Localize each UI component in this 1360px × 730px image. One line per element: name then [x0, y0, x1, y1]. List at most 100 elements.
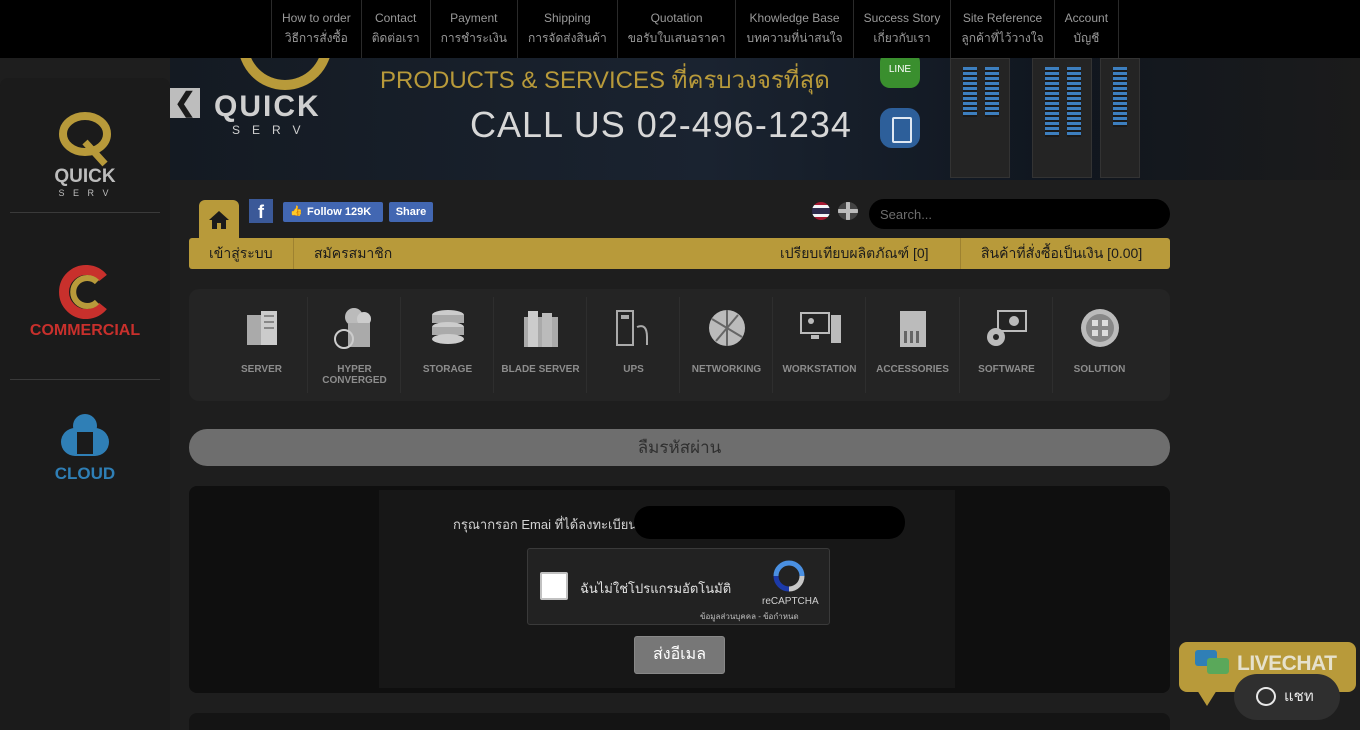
back-arrow-icon[interactable]: ❮	[170, 88, 200, 118]
cart-total-link[interactable]: สินค้าที่สั่งซื้อเป็นเงิน [0.00]	[981, 238, 1142, 269]
quick-q-logo-icon	[59, 112, 111, 167]
banner-logo-sub: SERV	[232, 123, 313, 137]
sidebar-quick-name: QUICK	[54, 166, 116, 187]
home-button[interactable]	[199, 200, 239, 240]
sidebar-commercial-name: COMMERCIAL	[29, 322, 141, 339]
recaptcha-brand: reCAPTCHA	[762, 596, 819, 607]
nav-item-label-en: Contact	[374, 11, 417, 25]
nav-item-label-th: ลูกค้าที่ไว้วางใจ	[961, 31, 1044, 45]
nav-item-quotation[interactable]: Quotation ขอรับใบเสนอราคา	[616, 0, 736, 58]
server-icon	[239, 305, 285, 351]
category-solution[interactable]: SOLUTION	[1053, 305, 1146, 395]
sidebar-quick-sub: S E R V	[58, 188, 112, 198]
server-rack-image	[950, 58, 1010, 178]
solution-icon	[1077, 305, 1123, 351]
category-label: BLADE SERVER	[501, 364, 580, 375]
nav-item-label-th: บัญชี	[1073, 31, 1100, 45]
chat-button[interactable]: แชท	[1234, 674, 1340, 720]
server-rack-image	[1032, 58, 1092, 178]
chat-bubbles-icon	[1195, 650, 1229, 674]
recaptcha-icon	[773, 560, 805, 592]
nav-item-label-th: วิธีการสั่งซื้อ	[284, 31, 348, 45]
category-menu: SERVER HYPER CONVERGED STORAGE BLADE SERVER…	[189, 289, 1170, 401]
nav-item-label-th: การจัดส่งสินค้า	[527, 31, 607, 45]
sidebar-quick-serv-logo[interactable]: QUICK S E R V	[10, 112, 160, 198]
blade-server-icon	[518, 305, 564, 351]
category-label: UPS	[623, 364, 644, 375]
send-email-button[interactable]: ส่งอีเมล	[634, 636, 725, 674]
nav-item-label-en: Khowledge Base	[749, 11, 840, 25]
top-navigation: How to order วิธีการสั่งซื้อ Contact ติดต่อ…	[0, 0, 1360, 58]
facebook-icon[interactable]: f	[249, 199, 273, 223]
nav-item-label-en: How to order	[282, 11, 351, 25]
nav-item-site-reference[interactable]: Site Reference ลูกค้าที่ไว้วางใจ	[950, 0, 1053, 58]
software-icon	[984, 305, 1030, 351]
category-label: SERVER	[241, 364, 282, 375]
banner-logo-name: QUICK	[214, 90, 321, 123]
nav-item-account[interactable]: Account บัญชี	[1053, 0, 1120, 58]
nav-item-payment[interactable]: Payment การชำระเงิน	[429, 0, 517, 58]
category-storage[interactable]: STORAGE	[401, 305, 494, 395]
thai-flag-icon[interactable]	[812, 202, 830, 220]
category-divider	[586, 297, 587, 393]
login-link[interactable]: เข้าสู่ระบบ	[209, 238, 273, 269]
sidebar-cloud-name: CLOUD	[54, 464, 116, 483]
nav-item-label-en: Success Story	[863, 11, 941, 25]
facebook-share-button[interactable]: Share	[389, 202, 433, 222]
category-label: STORAGE	[422, 364, 473, 375]
register-link[interactable]: สมัครสมาชิก	[314, 238, 392, 269]
category-accessories[interactable]: ACCESSORIES	[866, 305, 959, 395]
nav-item-shipping[interactable]: Shipping การจัดส่งสินค้า	[516, 0, 617, 58]
nav-item-label-th: บทความที่น่าสนใจ	[746, 31, 843, 45]
recaptcha-terms-link[interactable]: ข้อมูลส่วนบุคคล - ข้อกำหนด	[700, 610, 799, 623]
category-divider	[679, 297, 680, 393]
category-label: HYPER CONVERGED	[322, 364, 387, 386]
category-divider	[400, 297, 401, 393]
line-icon[interactable]: LINE	[880, 58, 920, 88]
category-networking[interactable]: NETWORKING	[680, 305, 773, 395]
category-hyper-converged[interactable]: HYPER CONVERGED	[308, 305, 401, 395]
facebook-follow-button[interactable]: Follow 129K	[283, 202, 383, 222]
category-label: SOLUTION	[1073, 364, 1126, 375]
nav-item-how-to-order[interactable]: How to order วิธีการสั่งซื้อ	[271, 0, 361, 58]
uk-flag-icon[interactable]	[838, 202, 858, 220]
workstation-icon	[797, 305, 843, 351]
nav-item-label-th: ขอรับใบเสนอราคา	[627, 31, 726, 45]
category-workstation[interactable]: WORKSTATION	[773, 305, 866, 395]
category-label: SOFTWARE	[978, 364, 1035, 375]
brand-sidebar: QUICK S E R V COMMERCIAL CLOUD	[0, 78, 170, 730]
category-ups[interactable]: UPS	[587, 305, 680, 395]
chat-label: แชท	[1284, 688, 1314, 705]
email-field[interactable]	[634, 506, 905, 539]
commercial-c-logo-icon	[59, 265, 107, 319]
nav-item-khowledge-base[interactable]: Khowledge Base บทความที่น่าสนใจ	[735, 0, 852, 58]
document-icon[interactable]	[880, 108, 920, 148]
banner-products-text: PRODUCTS & SERVICES ที่ครบวงจรที่สุด	[380, 67, 830, 94]
sidebar-cloud-logo[interactable]: CLOUD	[10, 408, 160, 484]
recaptcha-checkbox[interactable]	[540, 572, 568, 600]
category-server[interactable]: SERVER	[215, 305, 308, 395]
sidebar-commercial-logo[interactable]: COMMERCIAL	[10, 264, 160, 340]
nav-item-label-en: Payment	[450, 11, 498, 25]
recaptcha-label: ฉันไม่ใช่โปรแกรมอัตโนมัติ	[580, 581, 732, 596]
chat-icon	[1256, 687, 1276, 706]
nav-item-label-en: Account	[1064, 11, 1109, 25]
category-label: WORKSTATION	[782, 364, 857, 375]
category-label: ACCESSORIES	[876, 364, 949, 375]
accessories-icon	[890, 305, 936, 351]
banner-call-us: CALL US 02-496-1234	[470, 104, 852, 145]
sidebar-divider	[10, 212, 160, 213]
search-input[interactable]	[869, 199, 1170, 229]
category-divider	[772, 297, 773, 393]
nav-item-success-story[interactable]: Success Story เกี่ยวกับเรา	[852, 0, 951, 58]
category-software[interactable]: SOFTWARE	[960, 305, 1053, 395]
hero-banner: ❮ QUICK SERV PRODUCTS & SERVICES ที่ครบว…	[170, 58, 1360, 180]
top-navigation-items: How to order วิธีการสั่งซื้อ Contact ติดต่อ…	[271, 0, 1120, 58]
category-label: NETWORKING	[691, 364, 762, 375]
compare-products-link[interactable]: เปรียบเทียบผลิตภัณฑ์ [0]	[780, 238, 929, 269]
cloud-logo-icon	[61, 414, 109, 456]
category-divider	[865, 297, 866, 393]
nav-item-contact[interactable]: Contact ติดต่อเรา	[360, 0, 430, 58]
category-blade-server[interactable]: BLADE SERVER	[494, 305, 587, 395]
hyper-converged-icon	[332, 305, 378, 351]
